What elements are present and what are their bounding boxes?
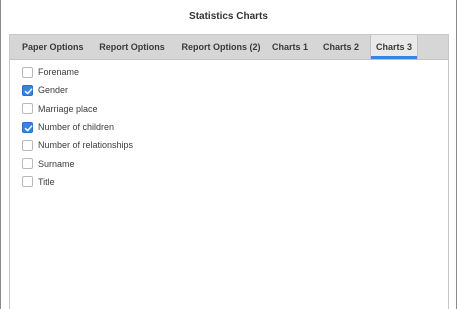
options-notebook: Paper Options Report Options Report Opti… (9, 34, 449, 309)
tab-report-options-2[interactable]: Report Options (2) (178, 35, 264, 59)
gender-label: Gender (38, 85, 69, 96)
number-of-relationships-checkbox[interactable] (22, 139, 33, 151)
tab-bar: Paper Options Report Options Report Opti… (10, 35, 448, 60)
checkmark-icon (24, 88, 33, 95)
tab-paper-options[interactable]: Paper Options (22, 35, 84, 59)
page-title: Statistics Charts (189, 11, 268, 22)
option-marriage-place[interactable]: Marriage place (22, 100, 133, 118)
number-of-children-checkbox[interactable] (22, 121, 33, 133)
checkmark-icon (24, 124, 33, 131)
option-surname[interactable]: Surname (22, 154, 133, 172)
title-checkbox[interactable] (22, 176, 33, 188)
gender-checkbox[interactable] (22, 84, 33, 96)
tab-charts-1[interactable]: Charts 1 (270, 35, 310, 59)
tab-charts-3[interactable]: Charts 3 (370, 35, 418, 59)
number-of-children-label: Number of children (38, 122, 115, 133)
option-title[interactable]: Title (22, 173, 133, 191)
chart-options-list: Forename Gender Marriage place Number of… (22, 63, 133, 191)
marriage-place-label: Marriage place (38, 103, 98, 114)
forename-label: Forename (38, 67, 80, 78)
number-of-relationships-label: Number of relationships (38, 140, 134, 151)
tab-charts-2[interactable]: Charts 2 (320, 35, 362, 59)
option-gender[interactable]: Gender (22, 81, 133, 99)
option-forename[interactable]: Forename (22, 63, 133, 81)
marriage-place-checkbox[interactable] (22, 103, 33, 115)
report-dialog: Statistics Charts Paper Options Report O… (0, 0, 457, 309)
forename-checkbox[interactable] (22, 66, 33, 78)
tab-report-options[interactable]: Report Options (96, 35, 168, 59)
surname-label: Surname (38, 158, 75, 169)
title-label: Title (38, 176, 55, 187)
surname-checkbox[interactable] (22, 158, 33, 170)
option-number-of-relationships[interactable]: Number of relationships (22, 136, 133, 154)
option-number-of-children[interactable]: Number of children (22, 118, 133, 136)
